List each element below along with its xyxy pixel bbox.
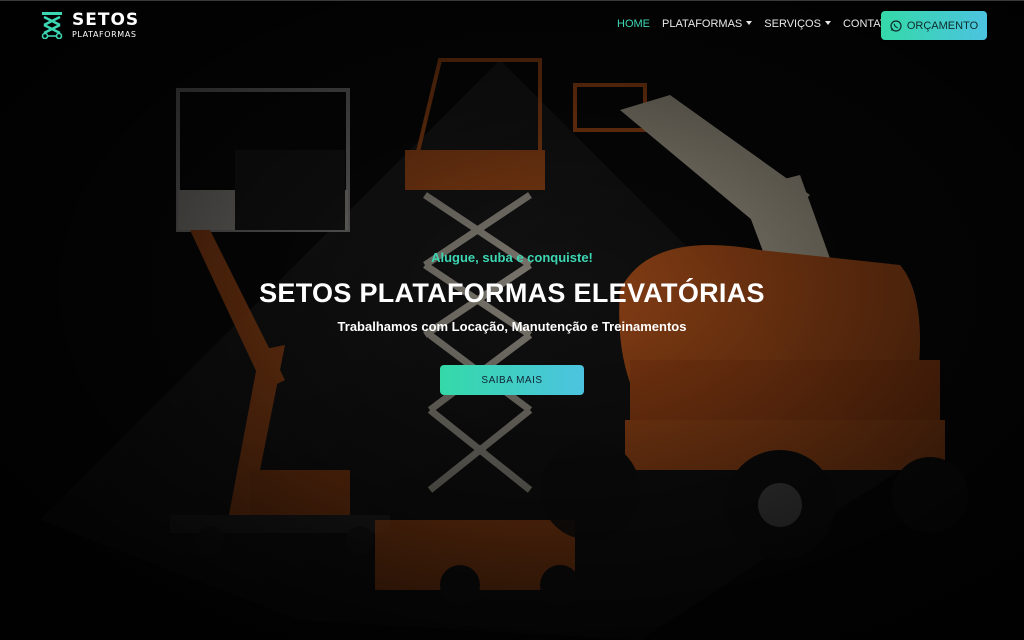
brand-title: SETOS [72, 10, 140, 30]
nav-item-home[interactable]: HOME [617, 18, 650, 30]
chevron-down-icon [746, 21, 753, 25]
hero-section: Alugue, suba e conquiste! SETOS PLATAFOR… [0, 250, 1024, 334]
scissor-lift-logo-icon [41, 12, 63, 39]
chevron-down-icon [824, 21, 831, 25]
nav-item-servicos[interactable]: SERVIÇOS [764, 18, 831, 30]
hero-tagline: Alugue, suba e conquiste! [431, 250, 593, 265]
nav-item-servicos-label: SERVIÇOS [764, 18, 821, 30]
learn-more-button[interactable]: SAIBA MAIS [440, 365, 584, 395]
quote-button[interactable]: ORÇAMENTO [881, 11, 987, 40]
navbar: SETOS PLATAFORMAS HOME PLATAFORMAS SERVI… [0, 0, 1024, 52]
whatsapp-icon [890, 19, 902, 32]
nav-item-home-label: HOME [617, 18, 650, 30]
learn-more-button-label: SAIBA MAIS [481, 374, 543, 386]
hero-subline: Trabalhamos com Locação, Manutenção e Tr… [337, 319, 687, 334]
nav-item-plataformas[interactable]: PLATAFORMAS [662, 18, 753, 30]
main-menu: HOME PLATAFORMAS SERVIÇOS CONTATO [617, 18, 907, 30]
hero-headline: SETOS PLATAFORMAS ELEVATÓRIAS [259, 278, 765, 308]
quote-button-label: ORÇAMENTO [906, 19, 979, 32]
brand-subtitle: PLATAFORMAS [72, 30, 137, 39]
brand-logo[interactable]: SETOS PLATAFORMAS [40, 11, 139, 39]
nav-item-plataformas-label: PLATAFORMAS [662, 18, 743, 30]
